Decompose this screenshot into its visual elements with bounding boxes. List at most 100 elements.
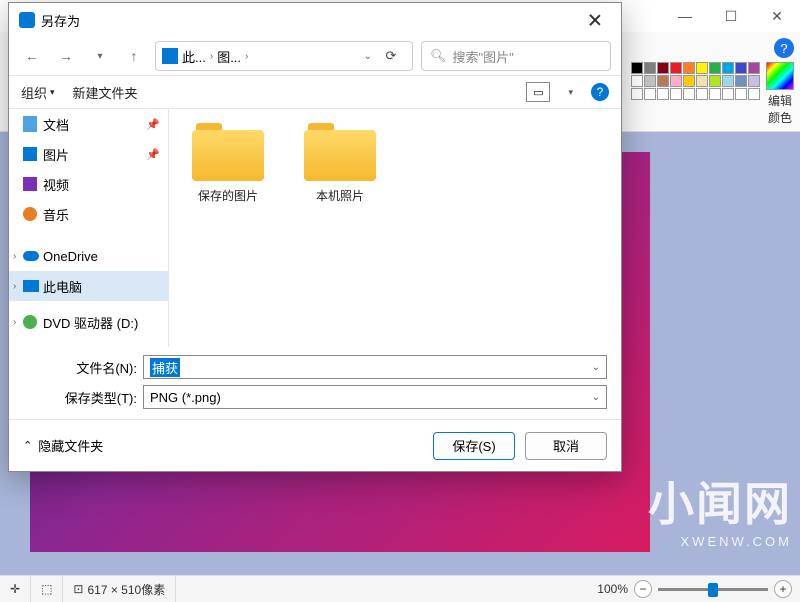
color-swatch[interactable]: [748, 75, 760, 87]
view-mode-button[interactable]: ▭: [526, 82, 550, 102]
color-swatch[interactable]: [735, 75, 747, 87]
color-swatch[interactable]: [709, 62, 721, 74]
dialog-footer: ⌃ 隐藏文件夹 保存(S) 取消: [9, 419, 621, 471]
breadcrumb-2[interactable]: 图...: [217, 47, 241, 66]
color-swatch[interactable]: [735, 62, 747, 74]
zoom-thumb[interactable]: [708, 583, 718, 597]
color-swatch[interactable]: [696, 75, 708, 87]
color-swatch[interactable]: [709, 88, 721, 100]
sidebar-item-5[interactable]: ›此电脑: [9, 271, 168, 301]
status-bar: ✛ ⬚ ⊡ 617 × 510像素 100% − +: [0, 575, 800, 602]
vid-icon: [23, 177, 37, 191]
nav-back-button[interactable]: ←: [19, 43, 45, 69]
crosshair-icon: ✛: [10, 582, 20, 596]
edit-colors-button[interactable]: 编辑 颜色: [766, 62, 794, 126]
color-swatch[interactable]: [631, 62, 643, 74]
color-swatch[interactable]: [683, 75, 695, 87]
color-swatch[interactable]: [631, 75, 643, 87]
sidebar-item-label: OneDrive: [43, 249, 98, 264]
minimize-button[interactable]: —: [662, 0, 708, 32]
expand-icon[interactable]: ›: [13, 281, 16, 292]
save-button[interactable]: 保存(S): [433, 432, 515, 460]
pictures-folder-icon: [162, 48, 178, 64]
sidebar-item-2[interactable]: 视频: [9, 169, 168, 199]
folder-item[interactable]: 保存的图片: [183, 123, 273, 204]
color-swatch[interactable]: [722, 62, 734, 74]
filename-input[interactable]: 捕获 ⌄: [143, 355, 607, 379]
address-bar[interactable]: 此... › 图... › ⌄ ⟳: [155, 41, 413, 71]
color-swatch[interactable]: [657, 75, 669, 87]
organize-menu[interactable]: 组织 ▾: [21, 83, 55, 102]
cancel-button[interactable]: 取消: [525, 432, 607, 460]
color-swatch[interactable]: [657, 88, 669, 100]
color-swatch[interactable]: [657, 62, 669, 74]
nav-history-dropdown[interactable]: ▾: [87, 43, 113, 69]
dialog-titlebar[interactable]: 另存为: [9, 3, 621, 37]
breadcrumb-1[interactable]: 此...: [182, 47, 206, 66]
canvas-dimensions: 617 × 510像素: [87, 581, 165, 598]
filetype-label: 保存类型(T):: [23, 388, 143, 407]
nav-up-button[interactable]: ↑: [121, 43, 147, 69]
search-icon: 🔍︎: [430, 48, 447, 64]
search-input[interactable]: 🔍︎ 搜索"图片": [421, 41, 611, 71]
expand-icon[interactable]: ›: [13, 251, 16, 262]
close-app-button[interactable]: ✕: [754, 0, 800, 32]
color-swatch[interactable]: [709, 75, 721, 87]
sidebar-item-6[interactable]: ›DVD 驱动器 (D:): [9, 307, 168, 337]
sidebar-item-4[interactable]: › OneDrive: [9, 241, 168, 271]
zoom-slider[interactable]: [658, 588, 768, 591]
sidebar-item-0[interactable]: 文档📌: [9, 109, 168, 139]
color-swatch[interactable]: [748, 88, 760, 100]
new-folder-button[interactable]: 新建文件夹: [73, 83, 138, 102]
dvd-icon: [23, 315, 37, 329]
color-swatch[interactable]: [670, 62, 682, 74]
color-swatch[interactable]: [670, 75, 682, 87]
color-swatch[interactable]: [644, 62, 656, 74]
expand-icon[interactable]: ›: [13, 317, 16, 328]
chevron-down-icon[interactable]: ⌄: [364, 51, 372, 62]
color-swatch[interactable]: [644, 75, 656, 87]
chevron-down-icon[interactable]: ⌄: [592, 392, 600, 403]
pin-icon[interactable]: 📌: [146, 118, 160, 131]
pc-icon: [23, 280, 39, 292]
sidebar-item-3[interactable]: 音乐: [9, 199, 168, 229]
sidebar-item-label: 图片: [43, 145, 69, 164]
color-swatch[interactable]: [748, 62, 760, 74]
folder-item[interactable]: 本机照片: [295, 123, 385, 204]
file-list-area[interactable]: 保存的图片本机照片: [169, 109, 621, 347]
sidebar-item-label: 音乐: [43, 205, 69, 224]
color-swatch[interactable]: [631, 88, 643, 100]
view-mode-dropdown[interactable]: ▾: [568, 87, 573, 98]
zoom-in-button[interactable]: +: [774, 580, 792, 598]
zoom-out-button[interactable]: −: [634, 580, 652, 598]
edit-colors-label-2: 颜色: [768, 109, 792, 126]
color-swatch[interactable]: [735, 88, 747, 100]
dialog-close-button[interactable]: [575, 6, 615, 34]
filetype-value: PNG (*.png): [150, 390, 221, 405]
watermark-subtitle: XWENW.COM: [648, 534, 792, 549]
filename-label: 文件名(N):: [23, 358, 143, 377]
dialog-help-button[interactable]: ?: [591, 83, 609, 101]
hide-folders-toggle[interactable]: ⌃ 隐藏文件夹: [23, 436, 423, 455]
color-swatch[interactable]: [670, 88, 682, 100]
pin-icon[interactable]: 📌: [146, 148, 160, 161]
color-swatch[interactable]: [722, 75, 734, 87]
chevron-right-icon[interactable]: ›: [210, 51, 213, 62]
canvas-size-section: ⊡ 617 × 510像素: [63, 576, 176, 602]
color-swatch[interactable]: [696, 88, 708, 100]
color-swatch[interactable]: [683, 62, 695, 74]
color-swatch[interactable]: [644, 88, 656, 100]
color-swatch[interactable]: [683, 88, 695, 100]
dialog-title: 另存为: [19, 11, 575, 30]
color-palette[interactable]: [631, 62, 760, 126]
maximize-button[interactable]: ☐: [708, 0, 754, 32]
nav-forward-button[interactable]: →: [53, 43, 79, 69]
chevron-right-icon[interactable]: ›: [245, 51, 248, 62]
sidebar-item-1[interactable]: 图片 📌: [9, 139, 168, 169]
chevron-down-icon[interactable]: ⌄: [592, 362, 600, 373]
filetype-select[interactable]: PNG (*.png) ⌄: [143, 385, 607, 409]
help-icon[interactable]: ?: [774, 38, 794, 58]
refresh-button[interactable]: ⟳: [376, 48, 406, 64]
color-swatch[interactable]: [696, 62, 708, 74]
color-swatch[interactable]: [722, 88, 734, 100]
